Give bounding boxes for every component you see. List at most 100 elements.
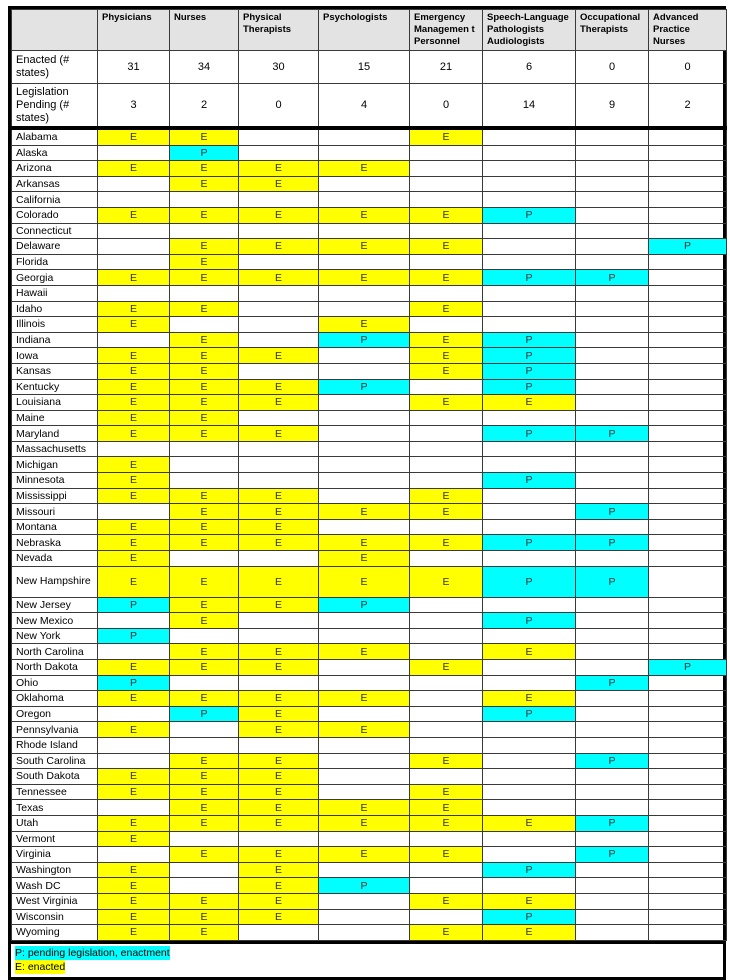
status-cell-empty bbox=[575, 316, 649, 333]
state-row: Delaware E E E E P bbox=[11, 238, 727, 255]
status-cell-enacted: E bbox=[97, 877, 170, 894]
status-cell-enacted: E bbox=[318, 846, 410, 863]
status-cell-pending: P bbox=[575, 503, 649, 520]
status-cell-enacted: E bbox=[97, 409, 170, 427]
status-cell-empty bbox=[575, 160, 649, 177]
status-cell-enacted: E bbox=[169, 238, 239, 255]
status-cell-empty bbox=[575, 612, 649, 629]
status-cell-empty bbox=[648, 284, 727, 302]
column-header-occupational-therapists: Occupational Therapists bbox=[575, 9, 649, 51]
status-cell-enacted: E bbox=[169, 846, 239, 863]
legislation-status-table-container: Physicians Nurses Physical Therapists Ps… bbox=[8, 6, 727, 980]
status-cell-enacted: E bbox=[409, 300, 483, 318]
state-name: North Dakota bbox=[11, 659, 98, 676]
status-cell-empty bbox=[318, 284, 410, 302]
status-cell-empty bbox=[482, 752, 576, 770]
enacted-count: 21 bbox=[409, 50, 483, 84]
status-cell-pending: P bbox=[648, 238, 727, 255]
status-cell-empty bbox=[575, 877, 649, 894]
status-cell-empty bbox=[575, 238, 649, 255]
status-cell-enacted: E bbox=[318, 534, 410, 552]
state-row: Oklahoma E E E E E bbox=[11, 690, 727, 707]
status-cell-enacted: E bbox=[238, 378, 319, 396]
status-cell-enacted: E bbox=[169, 206, 239, 224]
status-cell-empty bbox=[409, 596, 483, 614]
status-cell-empty bbox=[318, 736, 410, 754]
state-name: Idaho bbox=[11, 300, 98, 318]
status-cell-pending: P bbox=[575, 674, 649, 692]
status-cell-empty bbox=[575, 362, 649, 380]
status-cell-enacted: E bbox=[238, 877, 319, 894]
status-cell-empty bbox=[409, 643, 483, 660]
status-cell-enacted: E bbox=[169, 643, 239, 660]
status-cell-enacted: E bbox=[482, 892, 576, 910]
status-cell-empty bbox=[318, 472, 410, 489]
status-cell-empty bbox=[97, 612, 170, 629]
status-cell-empty bbox=[482, 127, 576, 146]
status-cell-empty bbox=[169, 830, 239, 848]
state-name: Washington bbox=[11, 861, 98, 879]
state-row: Utah E E E E E E P bbox=[11, 814, 727, 832]
status-cell-empty bbox=[575, 284, 649, 302]
state-name: Utah bbox=[11, 814, 98, 832]
status-cell-empty bbox=[648, 222, 727, 240]
state-row: Washington E E P bbox=[11, 861, 727, 879]
status-cell-empty bbox=[238, 456, 319, 474]
status-cell-pending: P bbox=[575, 534, 649, 552]
status-cell-enacted: E bbox=[169, 362, 239, 380]
state-name: Oklahoma bbox=[11, 690, 98, 707]
status-cell-empty bbox=[575, 518, 649, 536]
state-name: South Dakota bbox=[11, 768, 98, 785]
status-cell-empty bbox=[648, 300, 727, 318]
status-cell-empty bbox=[575, 659, 649, 676]
state-row: Tennessee E E E E bbox=[11, 783, 727, 801]
status-cell-empty bbox=[648, 160, 727, 177]
status-cell-enacted: E bbox=[169, 596, 239, 614]
status-cell-pending: P bbox=[482, 861, 576, 879]
status-cell-enacted: E bbox=[97, 206, 170, 224]
status-cell-enacted: E bbox=[169, 752, 239, 770]
state-row: Maine E E bbox=[11, 409, 727, 427]
state-row: South Carolina E E E P bbox=[11, 752, 727, 770]
status-cell-empty bbox=[648, 846, 727, 863]
summary-label-pending: Legislation Pending (# states) bbox=[11, 83, 98, 130]
status-cell-enacted: E bbox=[409, 565, 483, 598]
status-cell-enacted: E bbox=[238, 892, 319, 910]
status-cell-empty bbox=[238, 924, 319, 941]
status-cell-empty bbox=[318, 612, 410, 629]
status-cell-empty bbox=[409, 627, 483, 645]
state-name: Nebraska bbox=[11, 534, 98, 552]
state-name: North Carolina bbox=[11, 643, 98, 660]
status-cell-empty bbox=[169, 222, 239, 240]
pending-count: 0 bbox=[238, 83, 319, 130]
status-cell-empty bbox=[648, 783, 727, 801]
column-header-physical-therapists: Physical Therapists bbox=[238, 9, 319, 51]
status-cell-pending: P bbox=[482, 472, 576, 489]
status-cell-pending: P bbox=[318, 378, 410, 396]
status-cell-empty bbox=[482, 175, 576, 193]
status-cell-enacted: E bbox=[238, 643, 319, 660]
status-cell-enacted: E bbox=[238, 238, 319, 255]
status-cell-enacted: E bbox=[97, 487, 170, 505]
state-row: New Jersey P E E P bbox=[11, 596, 727, 614]
status-cell-enacted: E bbox=[238, 768, 319, 785]
state-row: Massachusetts bbox=[11, 440, 727, 458]
status-cell-empty bbox=[409, 440, 483, 458]
status-cell-empty bbox=[575, 409, 649, 427]
status-cell-empty bbox=[482, 768, 576, 785]
status-cell-pending: P bbox=[575, 269, 649, 286]
status-cell-enacted: E bbox=[97, 814, 170, 832]
status-cell-empty bbox=[575, 908, 649, 926]
status-cell-enacted: E bbox=[318, 721, 410, 738]
status-cell-pending: P bbox=[482, 908, 576, 926]
state-name: Illinois bbox=[11, 316, 98, 333]
status-cell-empty bbox=[482, 518, 576, 536]
state-row: Colorado E E E E E P bbox=[11, 206, 727, 224]
state-row: Alabama E E E bbox=[11, 127, 727, 146]
status-cell-pending: P bbox=[575, 425, 649, 442]
enacted-count: 30 bbox=[238, 50, 319, 84]
status-cell-enacted: E bbox=[238, 799, 319, 816]
state-name: Pennsylvania bbox=[11, 721, 98, 738]
state-row: Alaska P bbox=[11, 144, 727, 162]
status-cell-empty bbox=[648, 830, 727, 848]
